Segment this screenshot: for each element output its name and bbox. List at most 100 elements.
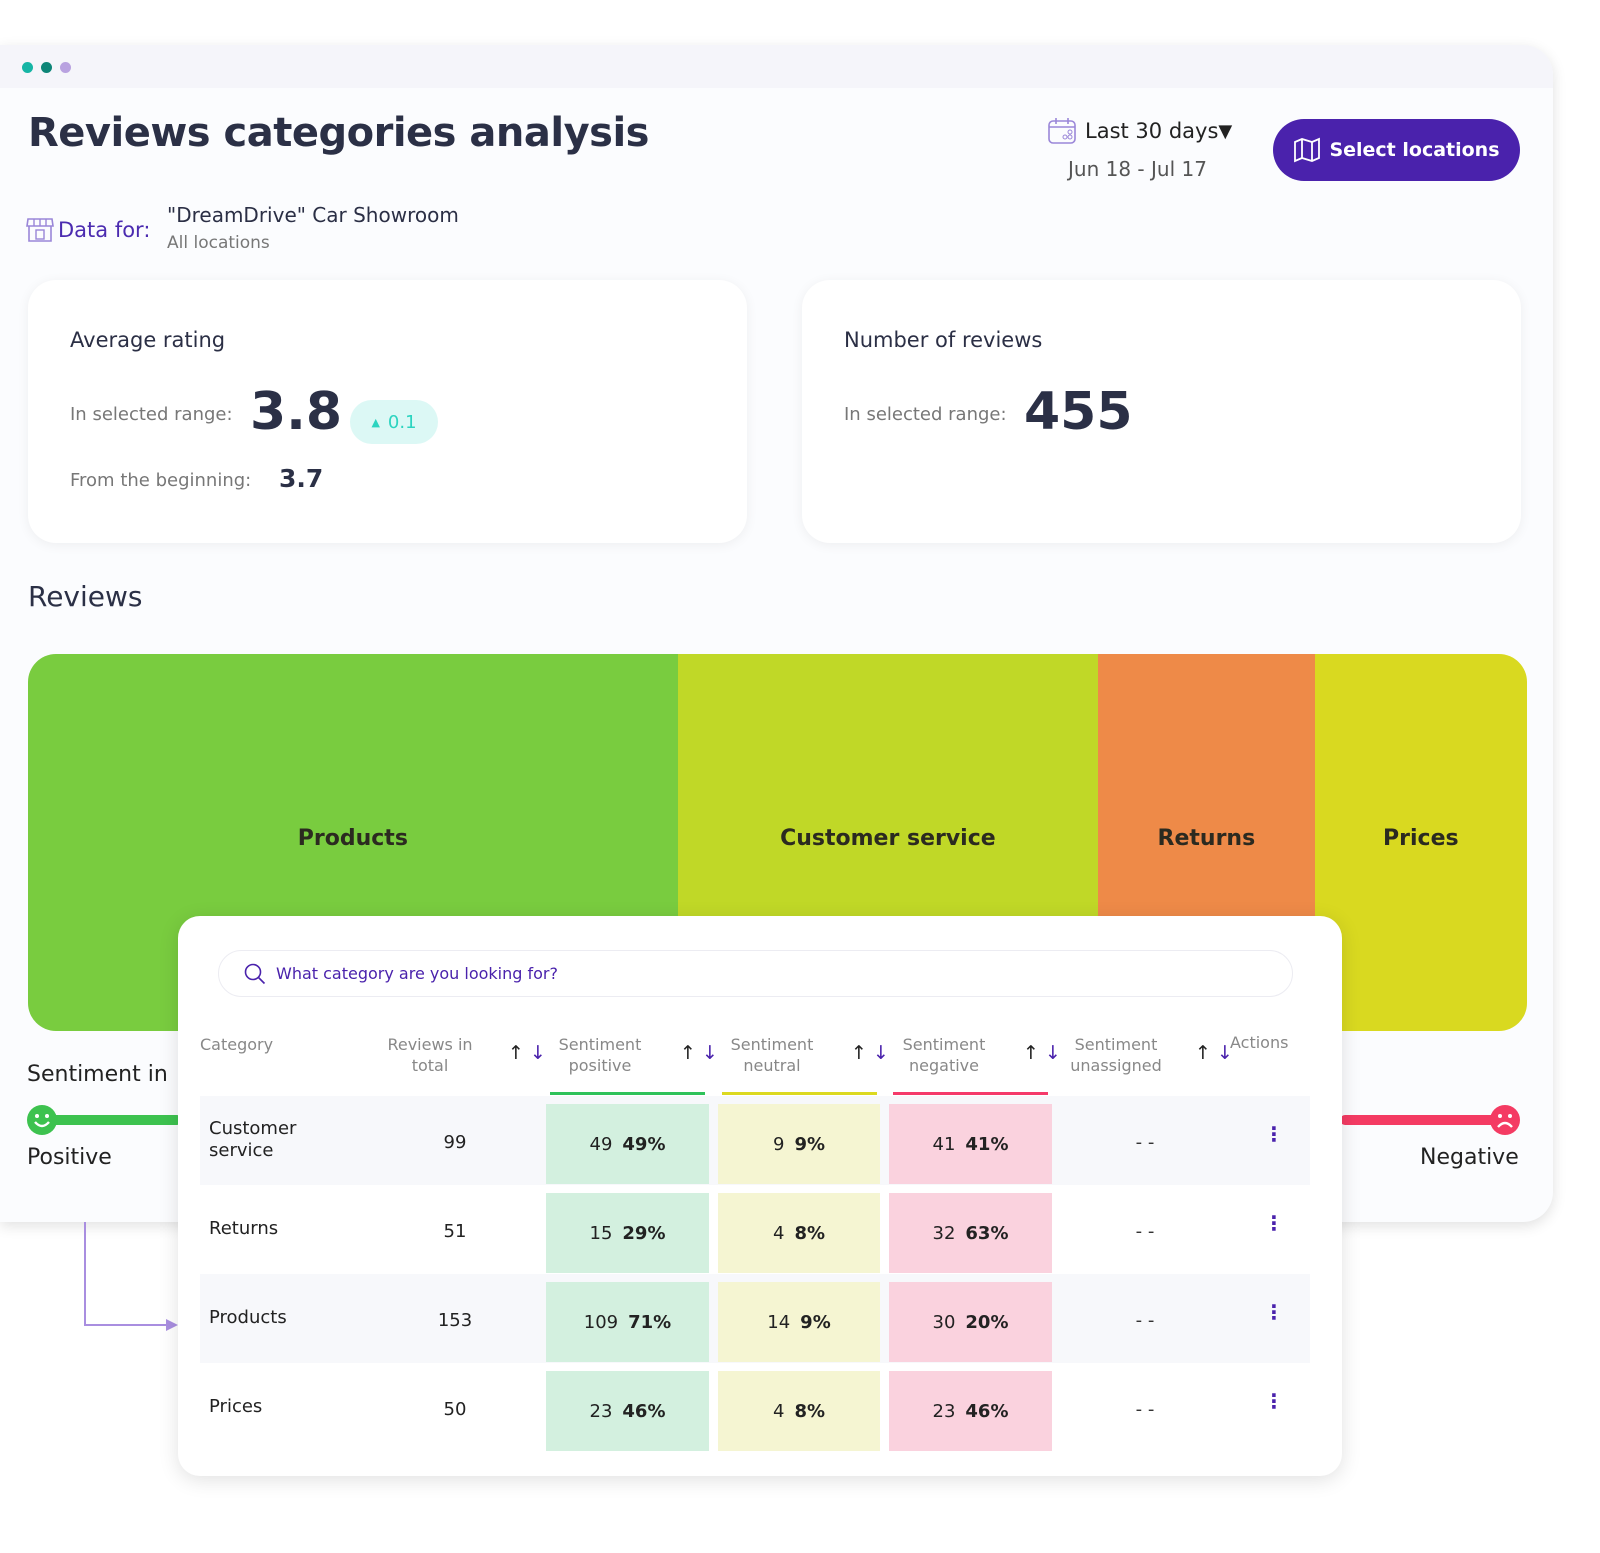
sort-asc-icon[interactable]: ↑ [1195, 1042, 1211, 1064]
sort-negative[interactable]: ↑ ↓ [1023, 1042, 1061, 1064]
locations-text: All locations [167, 233, 270, 253]
sort-asc-icon[interactable]: ↑ [680, 1042, 696, 1064]
beginning-value: 3.7 [279, 464, 324, 493]
category-name: Products [209, 1307, 287, 1328]
category-search[interactable] [218, 950, 1293, 997]
change-value: 0.1 [387, 411, 417, 433]
sort-positive[interactable]: ↑ ↓ [680, 1042, 718, 1064]
sort-desc-icon[interactable]: ↓ [1045, 1042, 1061, 1064]
table-row[interactable]: Returns 51 15 29% 4 8% 32 63% - - ⋮ [200, 1185, 1310, 1274]
calendar-icon [1048, 118, 1076, 144]
neutral-percent: 8% [794, 1222, 825, 1244]
smiley-sad-icon [1490, 1105, 1520, 1135]
change-badge: ▲ 0.1 [350, 400, 438, 444]
categories-table-card: Category Reviews in total Sentiment posi… [178, 916, 1342, 1476]
neutral-percent: 9% [800, 1311, 831, 1333]
beginning-label: From the beginning: [70, 470, 252, 491]
negative-percent: 20% [965, 1311, 1009, 1333]
treemap-label: Customer service [780, 826, 996, 851]
reviews-total: 50 [443, 1399, 467, 1420]
negative-cell: 32 63% [889, 1193, 1052, 1273]
positive-cell: 109 71% [546, 1282, 709, 1362]
card-title: Number of reviews [844, 328, 1043, 352]
column-header-category: Category [200, 1035, 274, 1054]
positive-count: 15 [589, 1222, 613, 1244]
unassigned-value: - - [1135, 1399, 1155, 1420]
sentiment-bar-negative [1340, 1115, 1505, 1125]
column-header-total[interactable]: Reviews in total [380, 1034, 480, 1076]
sort-desc-icon[interactable]: ↓ [1217, 1042, 1233, 1064]
negative-count: 23 [932, 1400, 956, 1422]
unassigned-value: - - [1135, 1132, 1155, 1153]
positive-percent: 71% [628, 1311, 672, 1333]
neutral-cell: 14 9% [718, 1282, 880, 1362]
neutral-cell: 9 9% [718, 1104, 880, 1184]
sort-desc-icon[interactable]: ↓ [702, 1042, 718, 1064]
sort-neutral[interactable]: ↑ ↓ [851, 1042, 889, 1064]
sort-desc-icon[interactable]: ↓ [873, 1042, 889, 1064]
range-label: In selected range: [844, 404, 1007, 425]
positive-percent: 49% [622, 1133, 666, 1155]
category-name: Prices [209, 1396, 263, 1417]
window-dot-icon [22, 62, 33, 73]
negative-count: 30 [932, 1311, 956, 1333]
more-actions-icon[interactable]: ⋮ [1264, 1300, 1284, 1324]
business-name: "DreamDrive" Car Showroom [167, 203, 459, 227]
average-rating-value: 3.8 [250, 382, 343, 442]
category-search-input[interactable] [276, 964, 1176, 983]
treemap-segment-prices[interactable]: Prices [1314, 654, 1527, 1031]
category-name: Customer service [209, 1118, 297, 1161]
negative-percent: 46% [965, 1400, 1009, 1422]
sentiment-bar-positive [42, 1115, 182, 1125]
negative-cell: 23 46% [889, 1371, 1052, 1451]
category-name: Returns [209, 1218, 279, 1239]
date-range-dropdown[interactable]: Last 30 days ▼ [1047, 117, 1232, 145]
smiley-happy-icon [27, 1105, 57, 1135]
sort-unassigned[interactable]: ↑ ↓ [1195, 1042, 1233, 1064]
treemap-label: Prices [1383, 826, 1459, 851]
sort-desc-icon[interactable]: ↓ [530, 1042, 546, 1064]
table-row[interactable]: Prices 50 23 46% 4 8% 23 46% - - ⋮ [200, 1363, 1310, 1452]
reviews-total: 51 [443, 1221, 467, 1242]
column-header-negative[interactable]: Sentiment negative [894, 1034, 994, 1076]
neutral-percent: 9% [794, 1133, 825, 1155]
sort-total[interactable]: ↑ ↓ [508, 1042, 546, 1064]
more-actions-icon[interactable]: ⋮ [1264, 1389, 1284, 1413]
column-header-neutral[interactable]: Sentiment neutral [722, 1034, 822, 1076]
store-icon [26, 218, 54, 242]
positive-cell: 23 46% [546, 1371, 709, 1451]
range-label: In selected range: [70, 404, 233, 425]
neutral-count: 4 [772, 1400, 785, 1422]
sort-asc-icon[interactable]: ↑ [1023, 1042, 1039, 1064]
reviews-count-value: 455 [1024, 382, 1133, 442]
table-row[interactable]: Products 153 109 71% 14 9% 30 20% - - ⋮ [200, 1274, 1310, 1363]
positive-cell: 49 49% [546, 1104, 709, 1184]
card-title: Average rating [70, 328, 226, 352]
positive-percent: 46% [622, 1400, 666, 1422]
treemap-label: Returns [1157, 826, 1256, 851]
select-locations-label: Select locations [1329, 139, 1500, 161]
neutral-count: 9 [772, 1133, 785, 1155]
data-for-label: Data for: [26, 217, 150, 243]
column-header-positive[interactable]: Sentiment positive [550, 1034, 650, 1076]
unassigned-value: - - [1135, 1310, 1155, 1331]
sort-asc-icon[interactable]: ↑ [508, 1042, 524, 1064]
column-header-unassigned[interactable]: Sentiment unassigned [1064, 1034, 1168, 1076]
treemap-label: Products [297, 826, 408, 851]
positive-count: 109 [583, 1311, 619, 1333]
reviews-total: 99 [443, 1132, 467, 1153]
sort-asc-icon[interactable]: ↑ [851, 1042, 867, 1064]
positive-label: Positive [27, 1145, 112, 1170]
number-of-reviews-card: Number of reviews In selected range: 455 [802, 280, 1521, 543]
select-locations-button[interactable]: Select locations [1273, 119, 1520, 181]
more-actions-icon[interactable]: ⋮ [1264, 1122, 1284, 1146]
negative-count: 41 [932, 1133, 956, 1155]
unassigned-value: - - [1135, 1221, 1155, 1242]
column-header-actions: Actions [1230, 1033, 1289, 1052]
neutral-cell: 4 8% [718, 1193, 880, 1273]
window-titlebar [0, 45, 1553, 88]
positive-percent: 29% [622, 1222, 666, 1244]
more-actions-icon[interactable]: ⋮ [1264, 1211, 1284, 1235]
connector-arrow-icon [84, 1222, 178, 1331]
table-row[interactable]: Customer service 99 49 49% 9 9% 41 41% - - … [200, 1096, 1310, 1185]
